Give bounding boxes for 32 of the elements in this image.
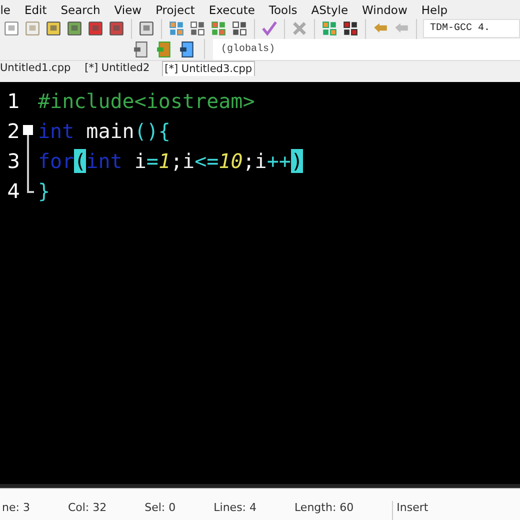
file-tab[interactable]: [*] Untitled3.cpp bbox=[162, 60, 256, 76]
menu-item[interactable]: Help bbox=[421, 2, 448, 17]
menu-item[interactable]: AStyle bbox=[311, 2, 348, 17]
line-number: 1 bbox=[6, 88, 20, 113]
status-field: Insert bbox=[392, 500, 428, 520]
menu-item[interactable]: ile bbox=[0, 2, 10, 17]
menu-item[interactable]: View bbox=[114, 2, 142, 17]
file-tab[interactable]: Untitled1.cpp bbox=[0, 61, 73, 76]
menu-item[interactable]: Window bbox=[362, 2, 408, 17]
menu-item[interactable]: Tools bbox=[268, 2, 298, 17]
code-line: for(int i=1;i<=10;i++) bbox=[38, 148, 303, 173]
menu-item[interactable]: Search bbox=[60, 2, 100, 17]
fold-end-icon bbox=[27, 176, 34, 193]
tiles-icon[interactable] bbox=[231, 20, 248, 38]
compiler-dropdown[interactable]: TDM-GCC 4. bbox=[423, 19, 520, 38]
status-field: ne: 3 bbox=[2, 500, 30, 520]
code-line: #include<iostream> bbox=[38, 88, 255, 113]
menu-item[interactable]: Edit bbox=[24, 2, 47, 17]
check-icon[interactable] bbox=[261, 20, 278, 38]
menu-item[interactable]: Project bbox=[156, 2, 195, 17]
status-field: Length: 60 bbox=[294, 500, 354, 520]
line-number: 3 bbox=[6, 148, 20, 173]
status-field: Col: 32 bbox=[68, 500, 107, 520]
code-line: int main(){ bbox=[38, 118, 170, 143]
menu-item[interactable]: Execute bbox=[208, 2, 255, 17]
line-number: 4 bbox=[6, 178, 20, 203]
code-line: } bbox=[38, 178, 50, 203]
scope-dropdown[interactable]: (globals) bbox=[213, 38, 520, 60]
file-tab[interactable]: [*] Untitled2 bbox=[82, 61, 152, 76]
status-field: Lines: 4 bbox=[214, 500, 256, 520]
line-number: 2 bbox=[6, 118, 20, 143]
status-field: Sel: 0 bbox=[144, 500, 176, 520]
